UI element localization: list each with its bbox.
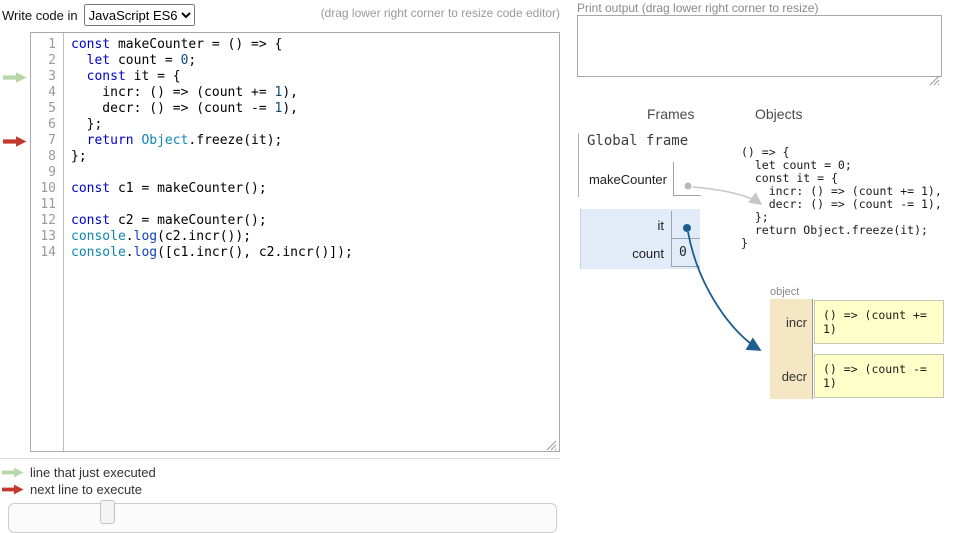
code-line	[71, 165, 559, 181]
code-line: const makeCounter = () => {	[71, 37, 559, 53]
frame-variable-it: it	[581, 211, 700, 239]
slider-handle[interactable]	[100, 500, 115, 524]
line-number: 2	[31, 53, 63, 69]
code-line: console.log([c1.incr(), c2.incr()]);	[71, 245, 559, 261]
legend-label: line that just executed	[30, 465, 156, 480]
code-line: incr: () => (count += 1),	[71, 85, 559, 101]
code-line: const it = {	[71, 69, 559, 85]
line-number: 6	[31, 117, 63, 133]
current-frame: it count0	[580, 209, 700, 269]
objects-header: Objects	[755, 106, 802, 122]
line-number: 10	[31, 181, 63, 197]
heap-key-incr: incr	[770, 299, 807, 345]
line-number: 5	[31, 101, 63, 117]
frame-variable-makeCounter: makeCounter	[587, 162, 701, 196]
output-resize-handle[interactable]	[929, 75, 940, 86]
legend: line that just executed next line to exec…	[0, 458, 560, 498]
write-code-label: Write code in	[2, 8, 78, 23]
frame-variable-count: count0	[581, 239, 700, 267]
code-line: console.log(c2.incr());	[71, 229, 559, 245]
global-frame-title: Global frame	[587, 133, 701, 149]
gutter-numbers: 1234567891011121314	[31, 33, 64, 451]
line-number: 11	[31, 197, 63, 213]
line-number: 1	[31, 37, 63, 53]
execution-slider[interactable]	[8, 503, 557, 533]
code-line: };	[71, 149, 559, 165]
heap-object-label: object	[770, 286, 799, 298]
variable-value	[673, 162, 701, 196]
print-output-textarea[interactable]	[577, 15, 942, 77]
write-code-row: Write code in JavaScript ES6	[2, 4, 195, 26]
editor-resize-hint: (drag lower right corner to resize code …	[240, 6, 560, 20]
legend-arrow-icon	[2, 467, 24, 478]
code-line: let count = 0;	[71, 53, 559, 69]
frames-header: Frames	[647, 106, 694, 122]
legend-item: next line to execute	[2, 481, 560, 498]
language-select[interactable]: JavaScript ES6	[84, 4, 195, 26]
line-number: 12	[31, 213, 63, 229]
line-number: 7	[31, 133, 63, 149]
editor-resize-handle[interactable]	[546, 440, 557, 451]
line-number: 8	[31, 149, 63, 165]
heap-key-decr: decr	[770, 353, 807, 399]
heap-value-incr: () => (count += 1)	[814, 300, 944, 344]
code-line: const c2 = makeCounter();	[71, 213, 559, 229]
heap-value-decr: () => (count -= 1)	[814, 354, 944, 398]
code-line: decr: () => (count -= 1),	[71, 101, 559, 117]
code-line	[71, 197, 559, 213]
heap-object-table: incr() => (count += 1)decr() => (count -…	[770, 299, 946, 400]
legend-label: next line to execute	[30, 482, 142, 497]
code-editor[interactable]: 1234567891011121314 const makeCounter = …	[30, 32, 560, 452]
current-frame-vars: it count0	[581, 211, 700, 267]
code-line: };	[71, 117, 559, 133]
line-number: 4	[31, 85, 63, 101]
variable-value: 0	[671, 239, 700, 267]
global-frame-vars: makeCounter	[587, 162, 701, 196]
legend-item: line that just executed	[2, 464, 560, 481]
code-line: return Object.freeze(it);	[71, 133, 559, 149]
variable-name: count	[581, 246, 671, 261]
print-output-label: Print output (drag lower right corner to…	[577, 1, 818, 15]
code-lines: const makeCounter = () => { let count = …	[64, 33, 559, 451]
variable-value	[671, 211, 700, 239]
variable-name: makeCounter	[587, 172, 673, 187]
line-number: 9	[31, 165, 63, 181]
line-number: 3	[31, 69, 63, 85]
exec-arrows	[3, 32, 29, 450]
line-number: 14	[31, 245, 63, 261]
just-executed-arrow	[3, 70, 27, 88]
variable-name: it	[581, 218, 671, 233]
line-number: 13	[31, 229, 63, 245]
code-line: const c1 = makeCounter();	[71, 181, 559, 197]
next-line-arrow	[3, 134, 27, 152]
legend-arrow-icon	[2, 484, 24, 495]
function-object-code: () => { let count = 0; const it = { incr…	[741, 146, 942, 250]
global-frame: Global frame makeCounter	[578, 133, 701, 197]
